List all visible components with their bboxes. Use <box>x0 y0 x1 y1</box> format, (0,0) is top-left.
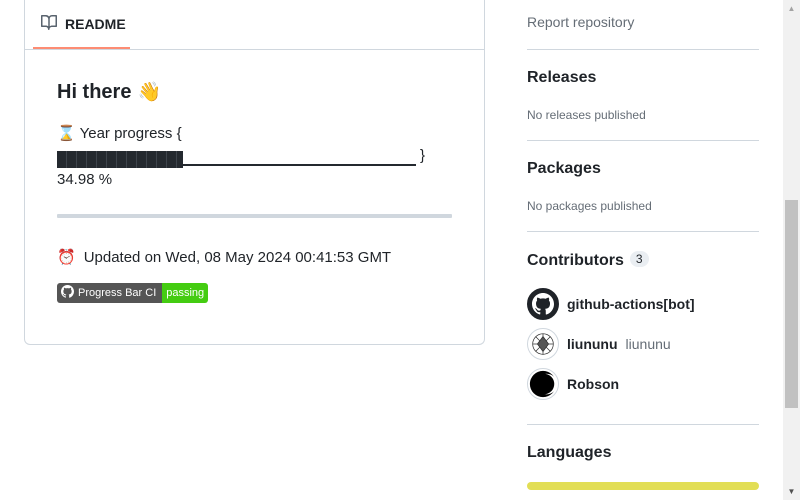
packages-subtitle: No packages published <box>527 199 652 213</box>
progress-close-brace: } <box>420 147 426 164</box>
tab-readme-label: README <box>65 15 126 32</box>
tab-readme[interactable]: README <box>33 0 130 49</box>
book-icon <box>41 14 57 33</box>
badge-status: passing <box>162 283 209 303</box>
releases-subtitle: No releases published <box>527 108 646 122</box>
language-bar <box>527 482 759 490</box>
progress-label: Year progress { <box>79 125 182 142</box>
readme-content: Hi there 👋 ⌛ Year progress { } 34.98 % ⏰… <box>57 80 452 303</box>
contributor-item[interactable]: github-actions[bot] <box>527 288 695 320</box>
updated-text: Updated on Wed, 08 May 2024 00:41:53 GMT <box>83 248 392 266</box>
section-divider <box>527 424 759 425</box>
readme-header: README <box>25 0 484 50</box>
releases-title[interactable]: Releases <box>527 69 596 87</box>
contributors-count: 3 <box>629 251 649 267</box>
ci-status-badge[interactable]: Progress Bar CI passing <box>57 283 209 303</box>
crescent-avatar-icon <box>527 368 559 400</box>
contributor-item[interactable]: Robson <box>527 368 619 400</box>
progress-bar-filled <box>57 151 183 168</box>
year-progress: ⌛ Year progress { } 34.98 % <box>57 122 452 192</box>
packages-title[interactable]: Packages <box>527 160 601 178</box>
contributor-login: liununu <box>567 336 618 352</box>
heading-text: Hi there <box>57 80 132 103</box>
contributor-login: github-actions[bot] <box>567 296 695 312</box>
readme-card: README Hi there 👋 ⌛ Year progress { } 34… <box>24 0 485 345</box>
section-divider <box>527 140 759 141</box>
section-divider <box>527 231 759 232</box>
divider <box>57 214 452 218</box>
alarm-clock-icon: ⏰ <box>57 249 76 266</box>
vertical-scrollbar[interactable]: ▲ ▼ <box>783 0 800 500</box>
progress-bar-empty <box>183 164 416 166</box>
progress-bar: } <box>57 146 452 168</box>
github-icon <box>61 285 75 301</box>
section-divider <box>527 49 759 50</box>
progress-percent: 34.98 % <box>57 171 113 188</box>
github-octocat-icon <box>527 288 559 320</box>
contributor-name: liununu <box>625 336 671 352</box>
contributors-title[interactable]: Contributors 3 <box>527 251 649 270</box>
waving-hand-icon: 👋 <box>137 82 162 103</box>
readme-heading: Hi there 👋 <box>57 80 452 104</box>
badge-left-text: Progress Bar CI <box>78 287 157 299</box>
contributors-title-text: Contributors <box>527 252 624 269</box>
geometric-avatar-icon <box>527 328 559 360</box>
scroll-up-arrow-icon[interactable]: ▲ <box>783 0 800 17</box>
contributor-login: Robson <box>567 376 620 392</box>
contributor-item[interactable]: liununu liununu <box>527 328 671 360</box>
updated-line: ⏰ Updated on Wed, 08 May 2024 00:41:53 G… <box>57 248 452 267</box>
scrollbar-thumb[interactable] <box>785 200 798 408</box>
report-repository-link[interactable]: Report repository <box>527 14 634 30</box>
hourglass-icon: ⌛ <box>57 125 76 142</box>
scroll-down-arrow-icon[interactable]: ▼ <box>783 483 800 500</box>
languages-title: Languages <box>527 444 612 461</box>
badge-label: Progress Bar CI <box>57 283 163 303</box>
